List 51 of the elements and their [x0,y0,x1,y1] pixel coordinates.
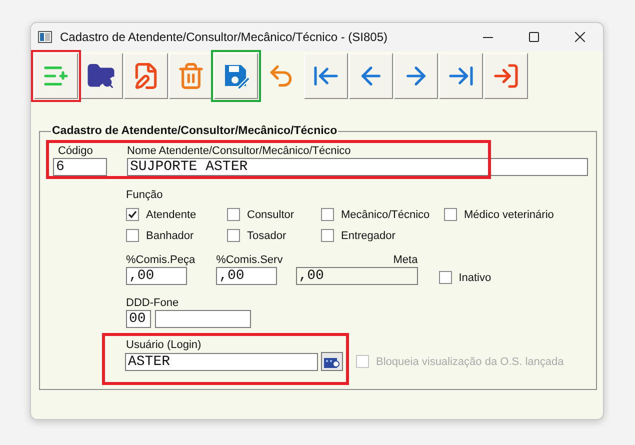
checkbox[interactable] [444,208,457,221]
toolbar-button[interactable] [484,53,528,99]
checkbox-label: Médico veterinário [464,208,554,220]
lookup-icon [324,356,340,368]
name-field[interactable]: SUJPORTE ASTER [127,158,588,176]
checkbox-label: Entregador [341,230,396,242]
checkbox-label: Inativo [458,272,492,284]
commission-field[interactable]: ,00 [126,267,187,285]
checkbox-label: Banhador [146,230,194,242]
save-pencil-icon [222,62,250,90]
login-field[interactable]: ASTER [125,352,318,370]
field-label: Usuário (Login) [126,339,202,351]
toolbar-button[interactable] [79,53,123,99]
toolbar-button[interactable] [349,53,393,99]
checkbox[interactable] [227,229,240,242]
goal-field[interactable]: ,00 [296,267,418,285]
lookup-button[interactable] [321,352,343,371]
commission-field[interactable]: ,00 [216,267,278,285]
window-title: Cadastro de Atendente/Consultor/Mecânico/Técnico - (SI805) [60,30,389,44]
checkbox[interactable] [126,229,139,242]
checkbox-label: Mecânico/Técnico [341,208,430,220]
toolbar-button[interactable] [439,53,483,99]
checkbox[interactable] [321,229,334,242]
toolbar-button[interactable] [394,53,438,99]
app-icon [38,31,52,43]
field-label: Meta [392,254,418,266]
checkbox[interactable] [438,271,452,284]
toolbar-button[interactable] [304,53,348,99]
checkbox[interactable] [126,208,139,221]
field-label: Código [57,145,94,157]
maximize-icon [529,32,539,42]
checkbox-label: Atendente [146,208,196,220]
folder-search-icon [86,61,116,91]
phone-field[interactable] [155,310,251,328]
field-label: %Comis.Serv [216,254,283,266]
checkbox-label: Tosador [247,230,286,242]
field-label: Nome Atendente/Consultor/Mecânico/Técnico [127,145,352,157]
checkbox[interactable] [227,208,240,221]
field-label: DDD-Fone [126,297,179,309]
area-code-field[interactable]: 00 [126,310,151,328]
section-label: Função [126,189,163,201]
minimize-icon [483,36,493,38]
code-field[interactable]: 6 [53,158,107,176]
close-icon [575,32,585,42]
checkbox-label: Consultor [247,208,294,220]
checkbox-label: Bloqueia visualização da O.S. lançada [376,356,564,368]
exit-icon [492,62,520,90]
trash-icon [177,62,205,90]
checkbox[interactable] [321,208,334,221]
field-label: %Comis.Peça [126,254,196,266]
group-title: Cadastro de Atendente/Consultor/Mecânico/Técnico [51,125,338,137]
